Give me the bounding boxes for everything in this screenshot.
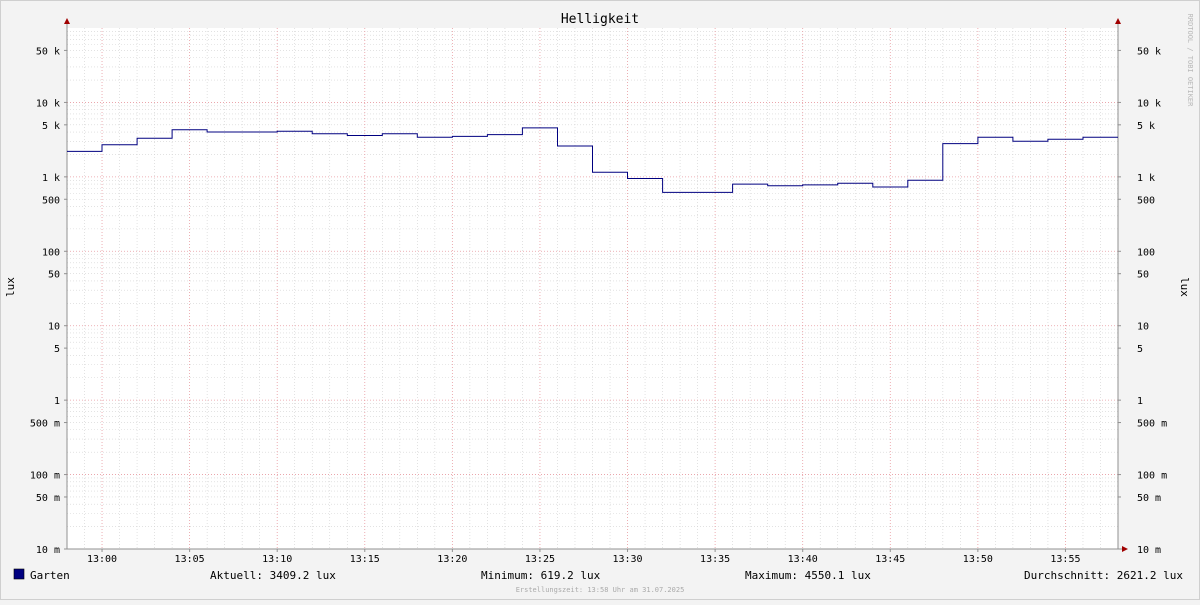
- y-tick-label-right: 100 m: [1137, 471, 1167, 482]
- y-axis-label-left: lux: [4, 277, 17, 297]
- y-tick-label-right: 50 k: [1137, 46, 1161, 57]
- x-tick-label: 13:25: [525, 554, 555, 565]
- brightness-chart: 10 m 50 m 100 m 500 m 1 5 10 50 100 500 1 k 5 k 10 k…: [0, 0, 1200, 600]
- y-tick-label-right: 500: [1137, 195, 1155, 206]
- y-tick-label-right: 1: [1137, 396, 1143, 407]
- y-tick-label-left: 500: [42, 195, 60, 206]
- x-tick-label: 13:05: [175, 554, 205, 565]
- legend-swatch-garten: [13, 568, 25, 580]
- x-tick-label: 13:00: [87, 554, 117, 565]
- y-tick-label-left: 5: [54, 344, 60, 355]
- y-tick-label-right: 50 m: [1137, 493, 1161, 504]
- x-tick-label: 13:55: [1050, 554, 1080, 565]
- x-tick-label: 13:35: [700, 554, 730, 565]
- x-tick-label: 13:20: [437, 554, 467, 565]
- x-tick-label: 13:15: [350, 554, 380, 565]
- y-tick-label-left: 50 m: [36, 493, 60, 504]
- y-axis-label-right: lux: [1178, 277, 1191, 297]
- y-tick-label-right: 5 k: [1137, 121, 1155, 132]
- x-tick-label: 13:10: [262, 554, 292, 565]
- y-tick-label-left: 10: [48, 322, 60, 333]
- y-tick-label-left: 1 k: [42, 173, 60, 184]
- y-tick-label-right: 10 k: [1137, 98, 1161, 109]
- watermark: RRDTOOL / TOBI OETIKER: [1186, 14, 1194, 108]
- legend-average: Durchschnitt: 2621.2 lux: [1024, 569, 1183, 582]
- y-tick-label-left: 100 m: [30, 471, 60, 482]
- y-tick-label-right: 5: [1137, 344, 1143, 355]
- chart-root: 10 m 50 m 100 m 500 m 1 5 10 50 100 500 1 k 5 k 10 k…: [0, 0, 1200, 600]
- footer-created: Erstellungszeit: 13:58 Uhr am 31.07.2025: [516, 586, 685, 594]
- y-tick-label-left: 100: [42, 247, 60, 258]
- y-tick-label-right: 500 m: [1137, 419, 1167, 430]
- y-tick-label-left: 10 m: [36, 545, 60, 556]
- legend-series-name: Garten: [30, 569, 70, 582]
- y-tick-label-left: 1: [54, 396, 60, 407]
- x-tick-label: 13:40: [788, 554, 818, 565]
- y-tick-label-right: 10: [1137, 322, 1149, 333]
- y-tick-label-left: 10 k: [36, 98, 60, 109]
- legend-current: Aktuell: 3409.2 lux: [210, 569, 336, 582]
- y-tick-label-left: 500 m: [30, 419, 60, 430]
- y-tick-label-right: 10 m: [1137, 545, 1161, 556]
- y-tick-label-right: 100: [1137, 247, 1155, 258]
- x-tick-label: 13:50: [963, 554, 993, 565]
- chart-title: Helligkeit: [561, 12, 639, 27]
- y-tick-label-right: 1 k: [1137, 173, 1155, 184]
- y-tick-label-left: 50 k: [36, 46, 60, 57]
- y-tick-label-left: 50: [48, 270, 60, 281]
- x-tick-label: 13:30: [612, 554, 642, 565]
- y-tick-label-right: 50: [1137, 270, 1149, 281]
- legend-minimum: Minimum: 619.2 lux: [481, 569, 601, 582]
- y-tick-label-left: 5 k: [42, 121, 60, 132]
- x-tick-label: 13:45: [875, 554, 905, 565]
- legend-maximum: Maximum: 4550.1 lux: [745, 569, 871, 582]
